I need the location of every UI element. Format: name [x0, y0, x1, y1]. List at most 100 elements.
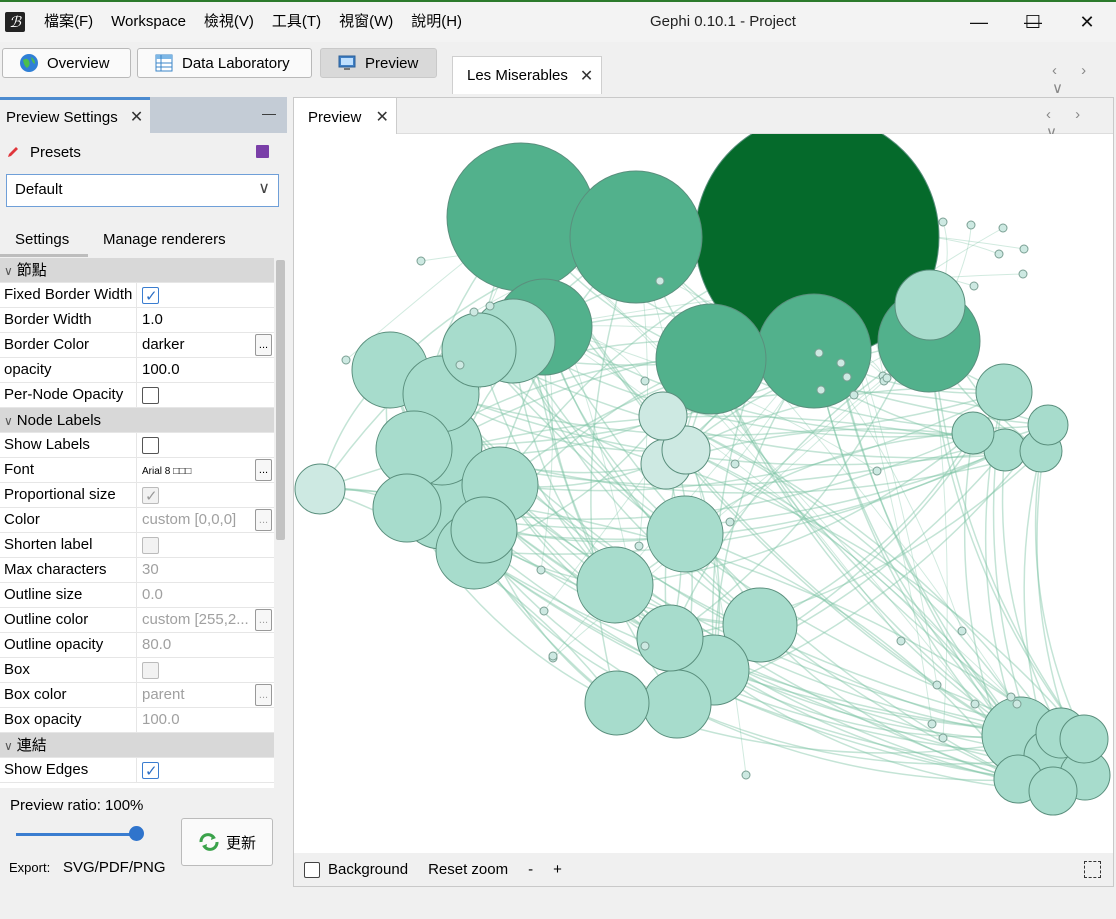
graph-node[interactable] [469, 307, 479, 317]
graph-node[interactable] [725, 517, 735, 527]
property-checkbox[interactable] [142, 760, 159, 782]
graph-node[interactable] [1019, 244, 1029, 254]
property-value[interactable]: Arial 8 □□□... [137, 458, 274, 482]
graph-node[interactable] [969, 281, 979, 291]
property-value[interactable] [137, 283, 274, 307]
graph-node[interactable] [640, 641, 650, 651]
preview-ratio-slider-thumb[interactable] [129, 826, 144, 841]
graph-node[interactable] [966, 220, 976, 230]
property-scrollbar[interactable] [274, 258, 287, 788]
graph-node[interactable] [975, 363, 1033, 421]
menu-window[interactable]: 視窗(W) [339, 2, 402, 42]
zoom-in-button[interactable]: + [553, 861, 562, 878]
property-checkbox[interactable] [142, 437, 159, 454]
network-graph[interactable] [294, 114, 1113, 852]
graph-node[interactable] [1018, 269, 1028, 279]
close-icon[interactable]: ✕ [376, 109, 389, 126]
graph-node[interactable] [634, 541, 644, 551]
graph-node[interactable] [894, 269, 966, 341]
property-value[interactable]: 1.0 [137, 308, 274, 332]
preview-settings-tab[interactable]: Preview Settings ✕ [0, 97, 150, 133]
property-category[interactable]: ∨ 連結 [0, 733, 274, 758]
graph-node[interactable] [548, 651, 558, 661]
graph-node[interactable] [416, 256, 426, 266]
graph-node[interactable] [816, 385, 826, 395]
graph-node[interactable] [872, 466, 882, 476]
preview-button[interactable]: Preview [320, 48, 437, 78]
menu-help[interactable]: 說明(H) [411, 2, 471, 42]
chevron-down-icon[interactable]: ∨ [4, 739, 13, 753]
close-icon[interactable]: ✕ [580, 66, 593, 86]
preview-ratio-slider[interactable] [16, 833, 136, 836]
property-category[interactable]: ∨ Node Labels [0, 408, 274, 433]
graph-node[interactable] [927, 719, 937, 729]
graph-node[interactable] [455, 360, 465, 370]
maximize-window-button[interactable]: ☐ [1006, 2, 1060, 42]
graph-node[interactable] [1059, 714, 1109, 764]
menu-workspace[interactable]: Workspace [111, 2, 195, 42]
graph-node[interactable] [951, 411, 995, 455]
property-category[interactable]: ∨ 節點 [0, 258, 274, 283]
graph-node[interactable] [842, 372, 852, 382]
graph-node[interactable] [638, 391, 688, 441]
graph-node[interactable] [1027, 404, 1069, 446]
graph-node[interactable] [640, 376, 650, 386]
property-value[interactable] [137, 758, 274, 782]
close-window-button[interactable]: ✕ [1060, 2, 1114, 42]
graph-node[interactable] [294, 463, 346, 515]
document-tab[interactable]: Les Miserables ✕ [452, 56, 602, 94]
graph-node[interactable] [655, 276, 665, 286]
graph-node[interactable] [646, 495, 724, 573]
graph-node[interactable] [730, 459, 740, 469]
graph-node[interactable] [539, 606, 549, 616]
save-icon[interactable] [256, 145, 269, 158]
graph-node[interactable] [998, 223, 1008, 233]
property-checkbox[interactable] [142, 387, 159, 404]
graph-node[interactable] [882, 373, 892, 383]
ellipsis-button[interactable]: ... [255, 459, 272, 481]
property-checkbox[interactable] [142, 285, 159, 307]
graph-node[interactable] [1006, 692, 1016, 702]
reset-zoom-button[interactable]: Reset zoom [428, 861, 508, 878]
graph-node[interactable] [1012, 699, 1022, 709]
document-nav-arrows[interactable]: ‹ › ∨ [1052, 62, 1116, 97]
property-value[interactable] [137, 383, 274, 407]
graph-node[interactable] [584, 670, 650, 736]
graph-node[interactable] [896, 636, 906, 646]
graph-node[interactable] [441, 312, 517, 388]
graph-preview-canvas[interactable] [294, 114, 1113, 852]
graph-node[interactable] [970, 699, 980, 709]
preview-tab[interactable]: Preview ✕ [294, 98, 397, 134]
graph-node[interactable] [932, 680, 942, 690]
graph-node[interactable] [938, 733, 948, 743]
property-value[interactable]: 100.0 [137, 358, 274, 382]
export-formats-link[interactable]: SVG/PDF/PNG [63, 859, 166, 876]
graph-node[interactable] [957, 626, 967, 636]
ellipsis-button[interactable]: ... [255, 684, 272, 706]
overview-button[interactable]: Overview [2, 48, 131, 78]
graph-node[interactable] [569, 170, 703, 304]
scroll-thumb[interactable] [276, 260, 285, 540]
tab-manage-renderers[interactable]: Manage renderers [103, 231, 226, 248]
panel-minimize-button[interactable]: — [262, 105, 276, 121]
graph-node[interactable] [994, 249, 1004, 259]
minimize-window-button[interactable]: — [952, 2, 1006, 42]
menu-view[interactable]: 檢視(V) [204, 2, 263, 42]
graph-node[interactable] [938, 217, 948, 227]
graph-node[interactable] [636, 604, 704, 672]
graph-node[interactable] [642, 669, 712, 739]
fullscreen-icon[interactable] [1084, 861, 1101, 878]
refresh-button[interactable]: 更新 [181, 818, 273, 866]
graph-node[interactable] [485, 301, 495, 311]
menu-tools[interactable]: 工具(T) [272, 2, 330, 42]
property-value[interactable]: darker... [137, 333, 274, 357]
graph-node[interactable] [341, 355, 351, 365]
menu-file[interactable]: 檔案(F) [44, 2, 102, 42]
data-laboratory-button[interactable]: Data Laboratory [137, 48, 312, 78]
property-value[interactable] [137, 433, 274, 457]
graph-node[interactable] [741, 770, 751, 780]
graph-node[interactable] [372, 473, 442, 543]
graph-node[interactable] [536, 565, 546, 575]
background-checkbox[interactable] [304, 861, 320, 878]
ellipsis-button[interactable]: ... [255, 334, 272, 356]
